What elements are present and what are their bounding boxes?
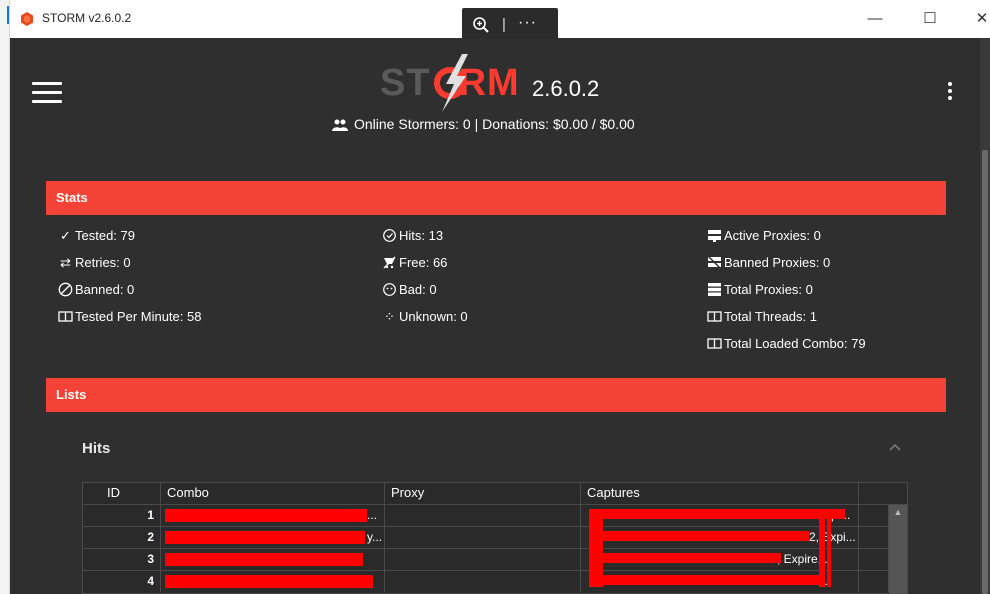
threads-icon <box>707 311 722 322</box>
redaction-bar <box>827 509 831 587</box>
bad-icon <box>383 283 396 296</box>
row-id: 2 <box>83 527 161 548</box>
storm-app-icon <box>21 12 33 26</box>
proxy-total-icon <box>708 283 721 296</box>
redaction-bar <box>589 553 781 563</box>
column-header-id[interactable]: ID <box>83 483 161 503</box>
lists-header[interactable]: Lists <box>46 378 946 412</box>
row-end <box>859 549 889 570</box>
scrollbar-thumb[interactable] <box>982 150 988 594</box>
combo-icon <box>707 338 722 349</box>
proxy-active-icon <box>708 230 721 242</box>
speed-icon <box>58 311 73 322</box>
redaction-bar <box>165 575 373 588</box>
hits-title[interactable]: Hits <box>82 440 110 457</box>
row-combo <box>161 549 385 570</box>
table-scrollbar[interactable]: ▲ <box>889 505 907 593</box>
close-button[interactable]: ✕ <box>967 8 990 30</box>
scroll-up-arrow-icon[interactable]: ▲ <box>893 507 903 517</box>
logo-text-st: ST <box>380 62 431 104</box>
redaction-bar <box>165 509 367 522</box>
row-id: 4 <box>83 571 161 592</box>
check-icon: ✓ <box>60 228 71 243</box>
menu-icon[interactable] <box>32 82 62 104</box>
storm-logo: ST RM 2.6.0.2 <box>380 54 680 112</box>
redaction-bar <box>589 509 845 519</box>
redaction-bar <box>589 575 821 585</box>
app-version: 2.6.0.2 <box>532 76 600 101</box>
row-end <box>859 571 889 592</box>
online-stormers-text: Online Stormers: 0 | Donations: $0.00 / … <box>354 116 635 132</box>
window-title: STORM v2.6.0.2 <box>42 11 132 25</box>
hits-table: ID Combo Proxy Captures 1 ... Expi... 2 <box>82 482 908 594</box>
screen: STORM v2.6.0.2 | ··· — ☐ ✕ ST RM 2.6.0.2… <box>0 0 990 594</box>
title-bar: STORM v2.6.0.2 | ··· — ☐ ✕ <box>10 0 990 42</box>
column-header-proxy[interactable]: Proxy <box>385 483 581 503</box>
chevron-up-icon[interactable] <box>888 442 902 452</box>
row-combo: y... <box>161 527 385 548</box>
column-header-captures[interactable]: Captures <box>581 483 859 503</box>
free-icon <box>383 256 396 269</box>
redaction-bar <box>165 553 363 566</box>
zoom-in-icon[interactable] <box>472 16 490 34</box>
target-icon <box>383 229 396 242</box>
column-header-spacer <box>859 483 907 503</box>
proxy-banned-icon <box>707 255 722 270</box>
redaction-bar <box>589 509 603 587</box>
minimize-button[interactable]: — <box>860 8 890 30</box>
row-combo: ... <box>161 505 385 526</box>
table-row[interactable]: 3 , Expire... <box>83 548 907 570</box>
desktop-strip <box>0 0 10 594</box>
taskbar-accent <box>7 6 9 24</box>
row-id: 1 <box>83 505 161 526</box>
stats-header[interactable]: Stats <box>46 181 946 215</box>
row-proxy <box>385 527 581 548</box>
people-icon <box>332 119 348 131</box>
row-end <box>859 527 889 548</box>
more-vert-icon[interactable] <box>942 82 958 104</box>
banned-icon <box>58 282 73 297</box>
row-id: 3 <box>83 549 161 570</box>
redaction-bar <box>165 531 365 544</box>
lightning-bolt-icon <box>434 54 468 112</box>
row-proxy <box>385 505 581 526</box>
redaction-bar <box>589 531 809 541</box>
row-combo <box>161 571 385 592</box>
row-proxy <box>385 571 581 592</box>
retry-icon: ⇄ <box>60 255 71 270</box>
row-end <box>859 505 889 526</box>
zoom-separator: | <box>502 16 506 33</box>
maximize-button[interactable]: ☐ <box>915 8 945 30</box>
app-area: ST RM 2.6.0.2 Online Stormers: 0 | Donati… <box>10 38 980 594</box>
zoom-toolbar: | ··· <box>462 8 558 42</box>
more-options-button[interactable]: ··· <box>518 14 537 32</box>
unknown-icon: ⁘ <box>384 309 395 324</box>
column-header-combo[interactable]: Combo <box>161 483 385 503</box>
row-proxy <box>385 549 581 570</box>
redaction-bar <box>819 509 825 587</box>
